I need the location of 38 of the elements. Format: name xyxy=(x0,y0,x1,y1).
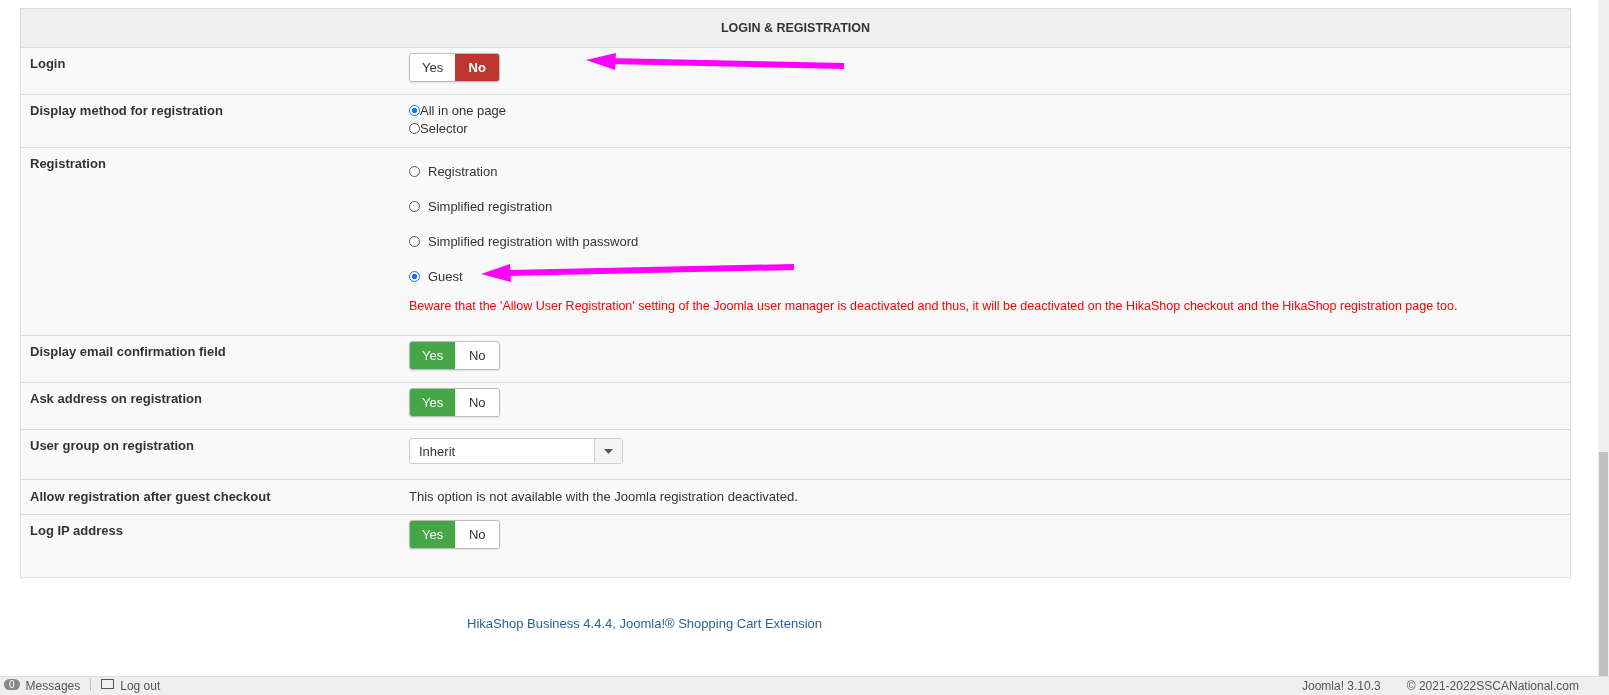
caret-icon xyxy=(604,448,613,454)
copyright-text: © 2021-2022SSCANational.com xyxy=(1406,679,1579,693)
radio-button[interactable] xyxy=(409,104,420,116)
radio-button[interactable] xyxy=(409,271,420,282)
setting-label: User group on registration xyxy=(29,437,195,455)
radio-label[interactable]: Guest xyxy=(428,269,463,284)
setting-label: Log IP address xyxy=(29,522,124,540)
info-text: This option is not available with the Joomla registration deactivated. xyxy=(409,489,799,504)
radio-button[interactable] xyxy=(409,122,420,134)
setting-label: Allow registration after guest checkout xyxy=(29,488,272,506)
radio-label[interactable]: Registration xyxy=(428,164,498,179)
logout-link[interactable]: Log out xyxy=(120,679,161,693)
user-group-dropdown[interactable]: Inherit xyxy=(409,438,623,464)
radio-label[interactable]: Simplified registration with password xyxy=(428,234,639,249)
section-title: LOGIN & REGISTRATION xyxy=(21,9,1570,48)
radio-label[interactable]: All in one page xyxy=(420,102,506,118)
footer-link[interactable]: HikaShop Business 4.4.4, Joomla!® Shopping Cart Extension xyxy=(467,616,822,631)
warning-message: Beware that the 'Allow User Registration' setting of the Joomla user manager is deactivated and thus, it will be deactivated on the HikaShop checkout and the HikaShop registration page too. xyxy=(409,299,1459,313)
radio-button[interactable] xyxy=(409,236,420,247)
version-text: Joomla! 3.10.3 xyxy=(1302,679,1381,693)
setting-label: Display method for registration xyxy=(29,102,224,120)
setting-label: Display email confirmation field xyxy=(29,343,227,361)
scrollbar-thumb[interactable] xyxy=(1599,452,1608,676)
toggle-option[interactable]: No xyxy=(455,389,500,416)
setting-label: Ask address on registration xyxy=(29,390,203,408)
toggle-option[interactable]: No xyxy=(455,54,500,81)
logout-icon xyxy=(101,679,115,689)
toggle-option[interactable]: No xyxy=(455,521,500,548)
radio-button[interactable] xyxy=(409,166,420,177)
message-count-badge: 0 xyxy=(4,679,20,690)
radio-button[interactable] xyxy=(409,201,420,212)
setting-label: Registration xyxy=(29,155,107,173)
radio-label[interactable]: Simplified registration xyxy=(428,199,553,214)
messages-link[interactable]: Messages xyxy=(25,679,81,693)
toggle-option[interactable]: No xyxy=(455,342,500,369)
radio-label[interactable]: Selector xyxy=(420,120,468,136)
setting-label: Login xyxy=(29,55,67,73)
toggle-option[interactable]: Yes xyxy=(410,54,456,81)
